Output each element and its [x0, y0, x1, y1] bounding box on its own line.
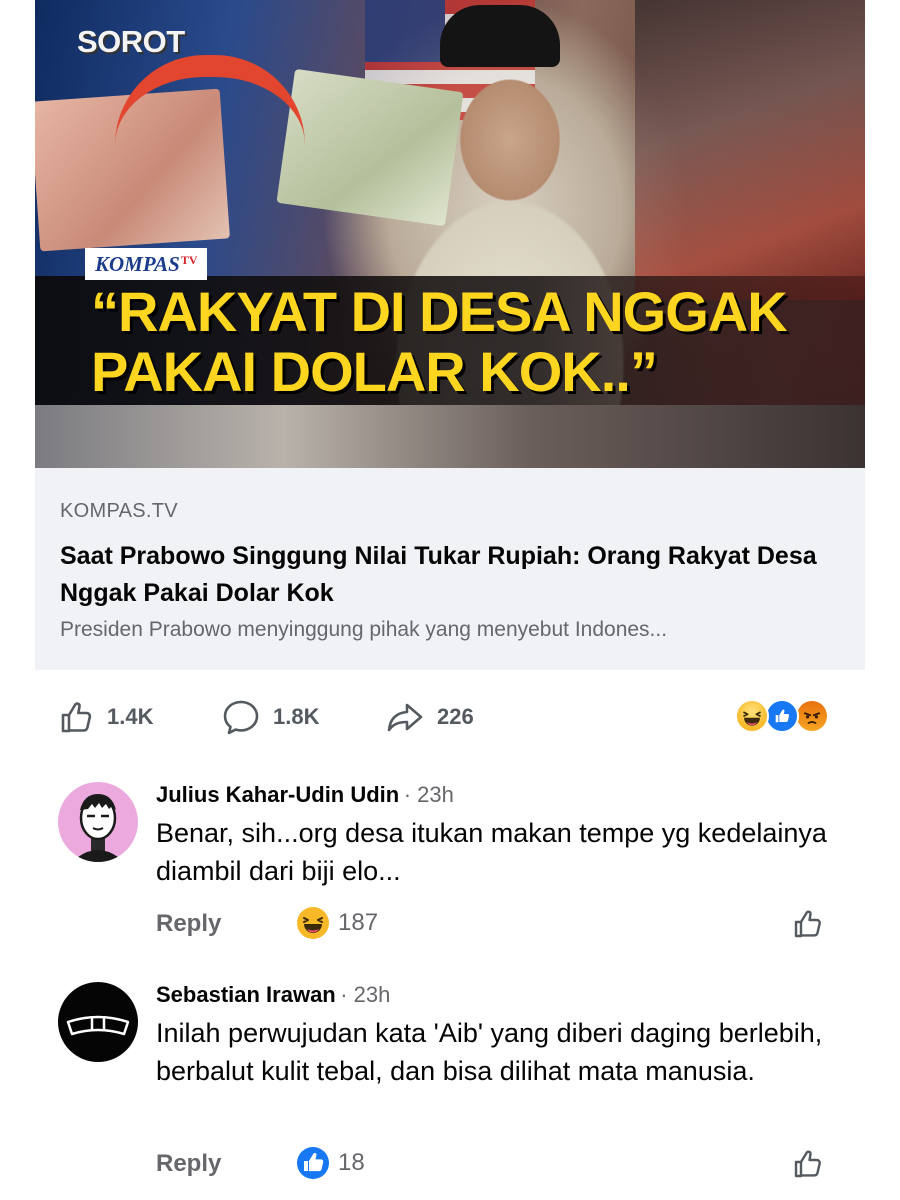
comment-footer: Reply 18: [156, 1144, 846, 1188]
thumbs-up-icon: [61, 702, 92, 733]
haha-icon: [297, 907, 329, 939]
comment-bubble-icon: [223, 700, 259, 735]
post-action-bar: 1.4K 1.8K 226: [55, 692, 845, 742]
share-arrow-icon: [387, 703, 423, 732]
comment-body: Sebastian Irawan · 23h Inilah perwujudan…: [156, 982, 846, 1090]
comment-time[interactable]: · 23h: [404, 782, 454, 807]
share-button[interactable]: 226: [385, 692, 474, 742]
like-button[interactable]: 1.4K: [55, 692, 153, 742]
link-thumbnail[interactable]: SOROT KOMPAS TV “RAKYAT DI DESA NGGAK PAK…: [35, 0, 865, 468]
kompas-logo-text: KOMPAS: [95, 251, 180, 276]
comment-reaction[interactable]: 187: [296, 906, 378, 940]
comment-reaction[interactable]: 18: [296, 1146, 365, 1180]
link-description: Presiden Prabowo menyinggung pihak yang …: [60, 618, 668, 641]
thumbnail-bottom: [35, 405, 865, 468]
comment-author[interactable]: Julius Kahar-Udin Udin: [156, 782, 399, 807]
comment-body: Julius Kahar-Udin Udin · 23h Benar, sih.…: [156, 782, 846, 890]
like-icon: [297, 1147, 329, 1179]
like-icon: [765, 699, 799, 733]
comment-like-icon[interactable]: [790, 906, 826, 942]
reply-button[interactable]: Reply: [156, 1150, 221, 1178]
comment-time[interactable]: · 23h: [340, 982, 390, 1007]
link-title[interactable]: Saat Prabowo Singgung Nilai Tukar Rupiah…: [60, 538, 850, 612]
thumbnail-peci: [440, 5, 560, 67]
comment-header: Sebastian Irawan · 23h: [156, 982, 846, 1008]
haha-icon: [735, 699, 769, 733]
comment-like-icon[interactable]: [790, 1146, 826, 1182]
thumbnail-tag: SOROT: [77, 24, 185, 59]
reply-button[interactable]: Reply: [156, 910, 221, 938]
link-preview-info[interactable]: KOMPAS.TV Saat Prabowo Singgung Nilai Tu…: [35, 468, 865, 670]
comment-count: 1.8K: [273, 704, 320, 729]
share-count: 226: [437, 704, 474, 729]
angry-icon: [795, 699, 829, 733]
kompas-tv-logo: KOMPAS TV: [85, 248, 208, 280]
thumbnail-headline: “RAKYAT DI DESA NGGAK PAKAI DOLAR KOK..”: [91, 280, 788, 403]
link-domain: KOMPAS.TV: [60, 500, 178, 522]
kompas-logo-tv: TV: [180, 252, 198, 267]
avatar[interactable]: [58, 982, 138, 1062]
reaction-summary[interactable]: [735, 699, 845, 735]
reaction-count: 187: [338, 909, 379, 936]
reaction-count: 18: [338, 1149, 365, 1176]
comment-author[interactable]: Sebastian Irawan: [156, 982, 336, 1007]
comment-text: Benar, sih...org desa itukan makan tempe…: [156, 818, 827, 886]
comment-text: Inilah perwujudan kata 'Aib' yang diberi…: [156, 1018, 823, 1086]
comment-header: Julius Kahar-Udin Udin · 23h: [156, 782, 846, 808]
like-count: 1.4K: [107, 704, 154, 729]
comment-footer: Reply 187: [156, 904, 846, 948]
comment-button[interactable]: 1.8K: [221, 692, 319, 742]
thumbnail-arrow: [115, 55, 305, 145]
avatar[interactable]: [58, 782, 138, 862]
